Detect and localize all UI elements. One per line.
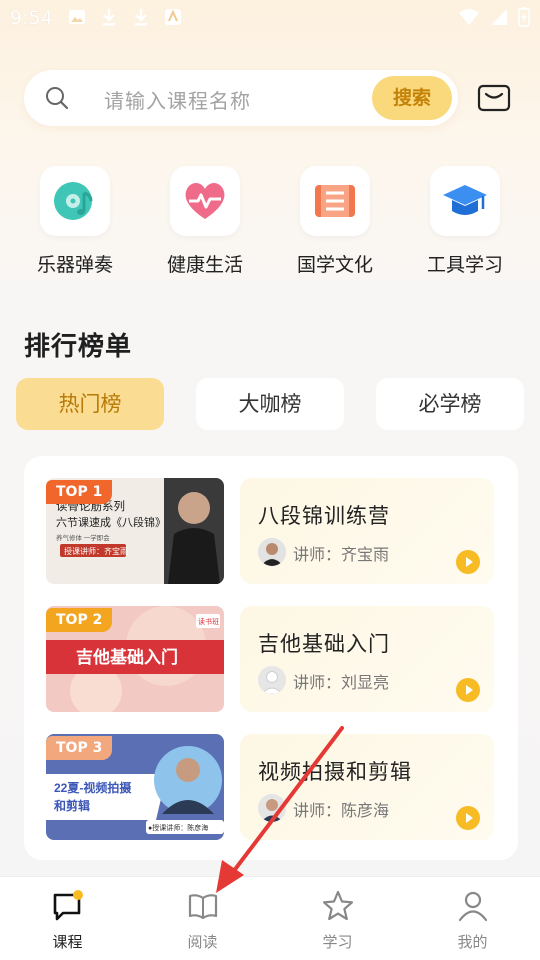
nav-label: 我的 <box>457 933 488 951</box>
tab-must-learn[interactable]: 必学榜 <box>376 378 524 430</box>
play-icon[interactable] <box>456 550 480 574</box>
ranking-list: 读骨论筋系列 六节课速成《八段锦》 养气修体 一学即会 授课讲师：齐宝雨 TOP… <box>24 456 518 860</box>
wifi-icon <box>459 9 479 25</box>
nav-label: 学习 <box>322 933 353 951</box>
thumb-line: 22夏-视频拍摄 <box>54 780 132 795</box>
nav-course[interactable]: 课程 <box>0 877 135 960</box>
nav-reading[interactable]: 阅读 <box>135 877 270 960</box>
top-badge: TOP 2 <box>46 608 113 632</box>
nav-label: 课程 <box>52 933 83 951</box>
list-item[interactable]: 22夏-视频拍摄 和剪辑 ●授课讲师：陈彦海 TOP 3 视频拍摄和剪辑 讲师：… <box>24 734 518 840</box>
avatar <box>258 538 286 566</box>
teacher-name: 讲师：陈彦海 <box>293 801 390 820</box>
signal-icon <box>491 9 507 25</box>
category-health[interactable]: 健康生活 <box>140 166 270 286</box>
search-icon <box>46 87 69 110</box>
course-title: 八段锦训练营 <box>258 504 390 528</box>
avatar <box>258 666 286 694</box>
list-item[interactable]: 读骨论筋系列 六节课速成《八段锦》 养气修体 一学即会 授课讲师：齐宝雨 TOP… <box>24 478 518 584</box>
category-tile <box>170 166 240 236</box>
app-icon <box>165 9 181 25</box>
scroll-icon <box>315 185 355 217</box>
category-music[interactable]: 乐器弹奏 <box>10 166 140 286</box>
category-label: 乐器弹奏 <box>36 254 113 276</box>
status-system-icons <box>458 7 530 27</box>
play-icon[interactable] <box>456 678 480 702</box>
course-thumbnail[interactable]: 读骨论筋系列 六节课速成《八段锦》 养气修体 一学即会 授课讲师：齐宝雨 TOP… <box>46 478 224 584</box>
tab-experts[interactable]: 大咖榜 <box>196 378 344 430</box>
course-thumbnail[interactable]: 22夏-视频拍摄 和剪辑 ●授课讲师：陈彦海 TOP 3 <box>46 734 224 840</box>
list-item[interactable]: 吉他基础入门 读书班 TOP 2 吉他基础入门 讲师：刘显亮 <box>24 606 518 712</box>
bottom-nav: 课程 阅读 学习 我的 <box>0 876 540 960</box>
category-label: 工具学习 <box>426 254 503 276</box>
top-badge: TOP 1 <box>46 480 113 504</box>
thumb-line: 六节课速成《八段锦》 <box>56 515 166 529</box>
thumb-line: 吉他基础入门 <box>76 647 178 667</box>
course-chat-icon <box>53 890 83 921</box>
category-tile <box>430 166 500 236</box>
rank-title: 排行榜单 <box>24 332 133 362</box>
teacher-name: 讲师：齐宝雨 <box>293 545 390 564</box>
status-bar: 9:54 <box>0 0 540 36</box>
category-tile <box>300 166 370 236</box>
course-title: 吉他基础入门 <box>258 632 390 656</box>
category-tools[interactable]: 工具学习 <box>400 166 530 286</box>
category-culture[interactable]: 国学文化 <box>270 166 400 286</box>
nav-label: 阅读 <box>187 933 218 951</box>
thumb-line: ●授课讲师：陈彦海 <box>148 823 208 832</box>
course-info[interactable]: 视频拍摄和剪辑 讲师：陈彦海 <box>240 734 494 840</box>
course-thumbnail[interactable]: 吉他基础入门 读书班 TOP 2 <box>46 606 224 712</box>
nav-profile[interactable]: 我的 <box>405 877 540 960</box>
graduation-cap-icon <box>443 185 487 215</box>
play-icon[interactable] <box>456 806 480 830</box>
download-icon <box>135 9 147 26</box>
search-button[interactable]: 搜索 <box>372 76 452 120</box>
tab-hot[interactable]: 热门榜 <box>16 378 164 430</box>
status-notification-icons <box>68 8 182 26</box>
star-icon <box>322 890 354 921</box>
teacher-name: 讲师：刘显亮 <box>293 673 390 692</box>
course-info[interactable]: 吉他基础入门 讲师：刘显亮 <box>240 606 494 712</box>
book-open-icon <box>188 894 218 920</box>
image-icon <box>69 10 85 24</box>
avatar <box>258 794 286 822</box>
download-icon <box>103 9 115 26</box>
mail-icon[interactable] <box>476 80 512 116</box>
category-tile <box>40 166 110 236</box>
thumb-line: 授课讲师：齐宝雨 <box>64 546 128 556</box>
search-bar[interactable]: 请输入课程名称 搜索 <box>24 70 458 126</box>
heart-pulse-icon <box>185 183 225 219</box>
thumb-line: 读书班 <box>198 617 219 626</box>
nav-study[interactable]: 学习 <box>270 877 405 960</box>
category-grid: 乐器弹奏 健康生活 国学文化 工具学习 <box>0 166 540 286</box>
music-disc-icon <box>54 182 93 220</box>
battery-charging-icon <box>518 7 530 27</box>
search-input[interactable]: 请输入课程名称 <box>104 85 251 114</box>
top-badge: TOP 3 <box>46 736 113 760</box>
thumb-line: 和剪辑 <box>53 798 90 813</box>
status-time: 9:54 <box>10 7 53 29</box>
user-icon <box>458 891 488 922</box>
thumb-line: 养气修体 一学即会 <box>56 533 110 542</box>
category-label: 健康生活 <box>166 254 243 276</box>
category-label: 国学文化 <box>296 254 373 276</box>
rank-tabs: 热门榜 大咖榜 必学榜 <box>0 378 540 430</box>
course-info[interactable]: 八段锦训练营 讲师：齐宝雨 <box>240 478 494 584</box>
course-title: 视频拍摄和剪辑 <box>258 760 412 784</box>
